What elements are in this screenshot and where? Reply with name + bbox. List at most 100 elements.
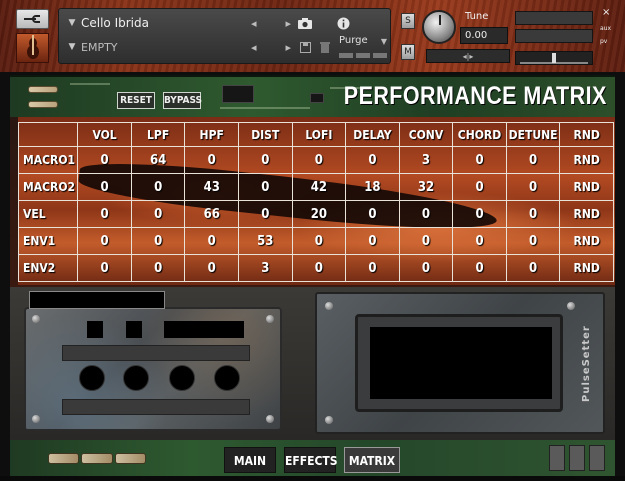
matrix-cell[interactable]: 0: [452, 146, 507, 174]
instrument-info-panel: ▼ Cello Ibrida ◂ ▸ ▼ EMPTY ◂ ▸ Purge ▼: [58, 8, 391, 64]
solo-button[interactable]: S: [401, 13, 415, 29]
violin-icon[interactable]: [16, 33, 49, 63]
matrix-cell[interactable]: 0: [505, 254, 561, 282]
matrix-cell[interactable]: 0: [77, 227, 132, 255]
matrix-cell[interactable]: 18: [345, 173, 400, 201]
next-preset-icon[interactable]: ▸: [285, 41, 291, 54]
prev-arrow-icon[interactable]: ◂: [251, 17, 257, 30]
matrix-cell[interactable]: 0: [452, 227, 507, 255]
matrix-cell[interactable]: 32: [398, 173, 454, 201]
matrix-cell[interactable]: 0: [291, 227, 347, 255]
pv-label[interactable]: pv: [600, 35, 611, 48]
mute-button[interactable]: M: [401, 44, 415, 60]
aux-label[interactable]: aux: [600, 22, 611, 35]
indicator-block: [126, 321, 142, 338]
footer-bar: MAIN EFFECTS MATRIX: [10, 440, 615, 476]
instrument-menu-caret-icon[interactable]: ▼: [63, 18, 81, 28]
tab-matrix[interactable]: MATRIX: [344, 447, 400, 473]
matrix-cell[interactable]: 0: [291, 146, 347, 174]
meter-right: [515, 29, 593, 43]
reset-button[interactable]: RESET: [117, 92, 155, 109]
matrix-cell[interactable]: 0: [184, 254, 239, 282]
matrix-cell[interactable]: 43: [184, 173, 239, 201]
matrix-cell[interactable]: 0: [130, 173, 186, 201]
resistor-strip-icon: [48, 453, 146, 464]
matrix-cell[interactable]: 0: [452, 254, 507, 282]
preset-menu-caret-icon[interactable]: ▼: [63, 42, 81, 52]
matrix-cell[interactable]: 0: [452, 173, 507, 201]
rnd-button[interactable]: RND: [559, 200, 614, 228]
matrix-cell[interactable]: 0: [184, 146, 239, 174]
lcd-strip: [29, 291, 165, 309]
column-header: CHORD: [452, 122, 507, 147]
matrix-cell[interactable]: 0: [505, 227, 561, 255]
trash-icon[interactable]: [315, 38, 335, 56]
purge-caret-icon[interactable]: ▼: [381, 37, 387, 46]
component-icon: [549, 445, 565, 471]
column-header: DETUNE: [505, 122, 561, 147]
preset-name[interactable]: EMPTY: [81, 41, 251, 54]
matrix-cell[interactable]: 3: [237, 254, 293, 282]
matrix-cell[interactable]: 64: [130, 146, 186, 174]
matrix-cell[interactable]: 0: [505, 200, 561, 228]
tune-value[interactable]: 0.00: [460, 27, 508, 44]
matrix-cell[interactable]: 0: [77, 146, 132, 174]
pan-slider[interactable]: ◂|▸: [426, 49, 510, 63]
matrix-cell[interactable]: 0: [77, 173, 132, 201]
column-header: CONV: [398, 122, 454, 147]
matrix-cell[interactable]: 0: [505, 146, 561, 174]
matrix-cell[interactable]: 53: [237, 227, 293, 255]
matrix-cell[interactable]: 0: [345, 227, 400, 255]
rnd-button[interactable]: RND: [559, 227, 614, 255]
bottom-rim: [0, 476, 625, 481]
rnd-button[interactable]: RND: [559, 254, 614, 282]
matrix-cell[interactable]: 0: [77, 200, 132, 228]
row-header: ENV2: [17, 254, 79, 282]
socket-hole: [214, 365, 240, 391]
preset-nav-arrows[interactable]: ◂ ▸: [251, 41, 291, 54]
matrix-cell[interactable]: 0: [398, 254, 454, 282]
matrix-cell[interactable]: 0: [237, 146, 293, 174]
camera-icon[interactable]: [295, 14, 315, 32]
matrix-cell[interactable]: 3: [398, 146, 454, 174]
matrix-cell[interactable]: 0: [345, 254, 400, 282]
matrix-cell[interactable]: 0: [345, 146, 400, 174]
bypass-button[interactable]: BYPASS: [163, 92, 202, 109]
pan-label: ◂|▸: [462, 51, 474, 61]
next-arrow-icon[interactable]: ▸: [285, 17, 291, 30]
matrix-cell[interactable]: 66: [184, 200, 239, 228]
matrix-cell[interactable]: 0: [130, 227, 186, 255]
instrument-nav-arrows[interactable]: ◂ ▸: [251, 17, 291, 30]
matrix-cell[interactable]: 0: [237, 200, 293, 228]
prev-preset-icon[interactable]: ◂: [251, 41, 257, 54]
wrench-icon[interactable]: [16, 9, 49, 29]
instrument-name[interactable]: Cello Ibrida: [81, 16, 251, 30]
aux-pv-labels[interactable]: aux pv: [600, 22, 611, 48]
matrix-cell[interactable]: 0: [345, 200, 400, 228]
tab-effects[interactable]: EFFECTS: [284, 447, 338, 473]
matrix-cell[interactable]: 42: [291, 173, 347, 201]
close-icon[interactable]: ×: [602, 7, 610, 18]
tune-knob[interactable]: [422, 10, 456, 44]
matrix-corner: [17, 122, 79, 147]
matrix-cell[interactable]: 0: [77, 254, 132, 282]
rnd-button[interactable]: RND: [559, 173, 614, 201]
matrix-cell[interactable]: 0: [452, 200, 507, 228]
matrix-row: VEL 0 0 66 0 20 0 0 0 0 RND: [17, 200, 614, 228]
purge-menu[interactable]: Purge: [339, 35, 368, 46]
matrix-cell[interactable]: 0: [237, 173, 293, 201]
tab-main[interactable]: MAIN: [224, 447, 276, 473]
matrix-cell[interactable]: 0: [505, 173, 561, 201]
volume-slider[interactable]: [515, 51, 593, 65]
matrix-cell[interactable]: 0: [184, 227, 239, 255]
save-icon[interactable]: [295, 38, 315, 56]
matrix-cell[interactable]: 20: [291, 200, 347, 228]
socket-hole: [79, 365, 105, 391]
matrix-cell[interactable]: 0: [398, 200, 454, 228]
matrix-cell[interactable]: 0: [130, 200, 186, 228]
rnd-button[interactable]: RND: [559, 146, 614, 174]
matrix-cell[interactable]: 0: [398, 227, 454, 255]
matrix-cell[interactable]: 0: [130, 254, 186, 282]
matrix-cell[interactable]: 0: [291, 254, 347, 282]
resistor-icon: [28, 86, 58, 108]
